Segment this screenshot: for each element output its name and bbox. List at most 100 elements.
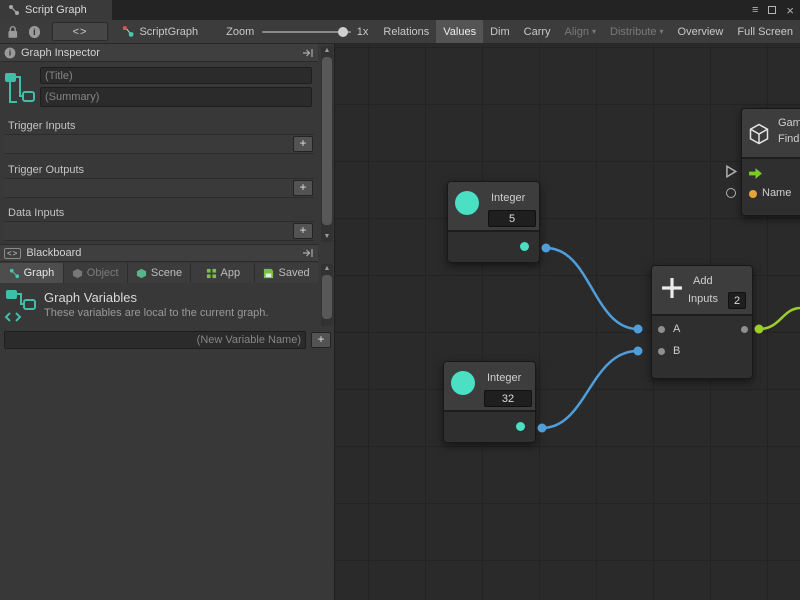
add-data-input-button[interactable]: +: [293, 223, 313, 239]
wire-endpoint: [542, 244, 551, 253]
graph-canvas[interactable]: Integer 5 Integer 32 Add Inputs 2 A: [335, 44, 800, 600]
output-port[interactable]: [516, 422, 525, 431]
inspector-scrollbar[interactable]: ▲ ▼: [321, 46, 333, 242]
node-add[interactable]: Add Inputs 2 A B: [651, 265, 753, 379]
saved-tab-icon: [263, 268, 274, 279]
window-maximize-icon[interactable]: [768, 6, 776, 14]
value-input-port-outline[interactable]: [726, 188, 736, 198]
relations-button[interactable]: Relations: [376, 20, 436, 43]
blackboard-header: <> Blackboard: [0, 244, 318, 262]
overview-button[interactable]: Overview: [671, 20, 731, 43]
add-variable-button[interactable]: +: [311, 332, 331, 348]
fullscreen-button[interactable]: Full Screen: [730, 20, 800, 43]
name-port-label: Name: [762, 187, 791, 199]
align-dropdown[interactable]: Align▾: [558, 20, 603, 43]
integer-node-body: [444, 412, 535, 442]
wire-endpoint: [538, 424, 547, 433]
add-icon: [660, 276, 684, 300]
inputs-label: Inputs: [688, 293, 718, 305]
node-title: Add: [693, 275, 713, 287]
script-graph-tab-icon: [8, 4, 20, 16]
port-a-label: A: [673, 323, 680, 335]
add-node-header: Add Inputs 2: [652, 266, 752, 316]
scroll-up-icon[interactable]: ▲: [321, 46, 333, 56]
graph-variables-icon: [4, 287, 38, 325]
window-close-icon[interactable]: ×: [786, 3, 794, 18]
graph-toolbar: i <> ScriptGraph Zoom 1x Relations Value…: [0, 20, 800, 44]
wire-integer1-to-add-a[interactable]: [546, 248, 638, 329]
zoom-slider-handle[interactable]: [338, 27, 348, 37]
code-view-button[interactable]: <>: [52, 22, 108, 41]
find-node-header: Game Find: [742, 109, 800, 159]
output-port[interactable]: [741, 326, 748, 333]
tab-script-graph[interactable]: Script Graph: [0, 0, 112, 20]
trigger-outputs-list: [4, 178, 314, 198]
pop-out-icon[interactable]: [302, 248, 314, 258]
add-node-body: A B: [652, 316, 752, 378]
window-menu-icon[interactable]: ≡: [752, 4, 758, 16]
integer-node-body: [448, 232, 539, 262]
blackboard-icon: <>: [4, 248, 21, 259]
node-integer-2[interactable]: Integer 32: [443, 361, 536, 443]
input-port-b[interactable]: [658, 348, 665, 355]
scroll-up-icon[interactable]: ▲: [321, 264, 333, 274]
integer-value-field[interactable]: 32: [484, 390, 532, 407]
wire-add-output[interactable]: [759, 308, 800, 329]
tab-saved[interactable]: Saved: [255, 263, 318, 283]
tab-graph[interactable]: Graph: [0, 263, 64, 283]
integer-node-header: Integer 5: [448, 182, 539, 232]
wire-endpoint: [755, 325, 764, 334]
integer-type-icon: [451, 371, 475, 395]
chevron-down-icon: ▾: [592, 27, 596, 36]
blackboard-scrollbar[interactable]: ▲: [321, 264, 333, 326]
node-title-line2: Find: [778, 133, 799, 145]
wire-integer2-to-add-b[interactable]: [542, 351, 638, 428]
trigger-inputs-label: Trigger Inputs: [8, 120, 75, 132]
wire-endpoint: [634, 347, 643, 356]
gameobject-cube-icon: [747, 121, 771, 147]
graph-summary-input[interactable]: [40, 87, 312, 107]
info-icon: i: [5, 47, 16, 58]
new-variable-input[interactable]: [4, 331, 306, 349]
graph-title-input[interactable]: [40, 67, 312, 84]
data-inputs-label: Data Inputs: [8, 207, 64, 219]
add-trigger-output-button[interactable]: +: [293, 180, 313, 196]
flow-arrow-icon[interactable]: [748, 167, 763, 180]
data-inputs-list: [4, 221, 314, 241]
inspector-scrollbar-thumb[interactable]: [322, 57, 332, 225]
info-icon[interactable]: i: [29, 26, 41, 38]
integer-type-icon: [455, 191, 479, 215]
pop-out-icon[interactable]: [302, 48, 314, 58]
graph-asset-name[interactable]: ScriptGraph: [139, 26, 198, 38]
lock-icon[interactable]: [7, 25, 19, 39]
dim-button[interactable]: Dim: [483, 20, 517, 43]
chevron-down-icon: ▾: [660, 27, 664, 36]
port-b-label: B: [673, 345, 680, 357]
scroll-down-icon[interactable]: ▼: [321, 232, 333, 242]
distribute-dropdown[interactable]: Distribute▾: [603, 20, 670, 43]
tab-scene[interactable]: Scene: [128, 263, 192, 283]
carry-button[interactable]: Carry: [517, 20, 558, 43]
inputs-count-field[interactable]: 2: [728, 292, 746, 309]
node-integer-1[interactable]: Integer 5: [447, 181, 540, 263]
add-trigger-input-button[interactable]: +: [293, 136, 313, 152]
name-input-port[interactable]: [749, 190, 757, 198]
input-port-a[interactable]: [658, 326, 665, 333]
zoom-slider[interactable]: [262, 31, 351, 33]
tab-object[interactable]: Object: [64, 263, 128, 283]
zoom-label: Zoom: [226, 26, 254, 38]
node-title: Integer: [487, 372, 521, 384]
blackboard-tabs: Graph Object Scene App Saved: [0, 263, 318, 283]
flow-input-port-outline[interactable]: [724, 164, 738, 179]
graph-inspector-title: Graph Inspector: [21, 47, 100, 59]
integer-value-field[interactable]: 5: [488, 210, 536, 227]
values-button[interactable]: Values: [436, 20, 483, 43]
tab-app[interactable]: App: [191, 263, 255, 283]
node-find[interactable]: Game Find Name: [741, 108, 800, 216]
blackboard-scrollbar-thumb[interactable]: [322, 275, 332, 319]
sidebar: i Graph Inspector Trigger Inputs + Trigg…: [0, 44, 335, 600]
graph-tab-icon: [9, 268, 20, 279]
trigger-inputs-list: [4, 134, 314, 154]
graph-variables-heading: Graph Variables: [44, 290, 137, 305]
output-port[interactable]: [520, 242, 529, 251]
